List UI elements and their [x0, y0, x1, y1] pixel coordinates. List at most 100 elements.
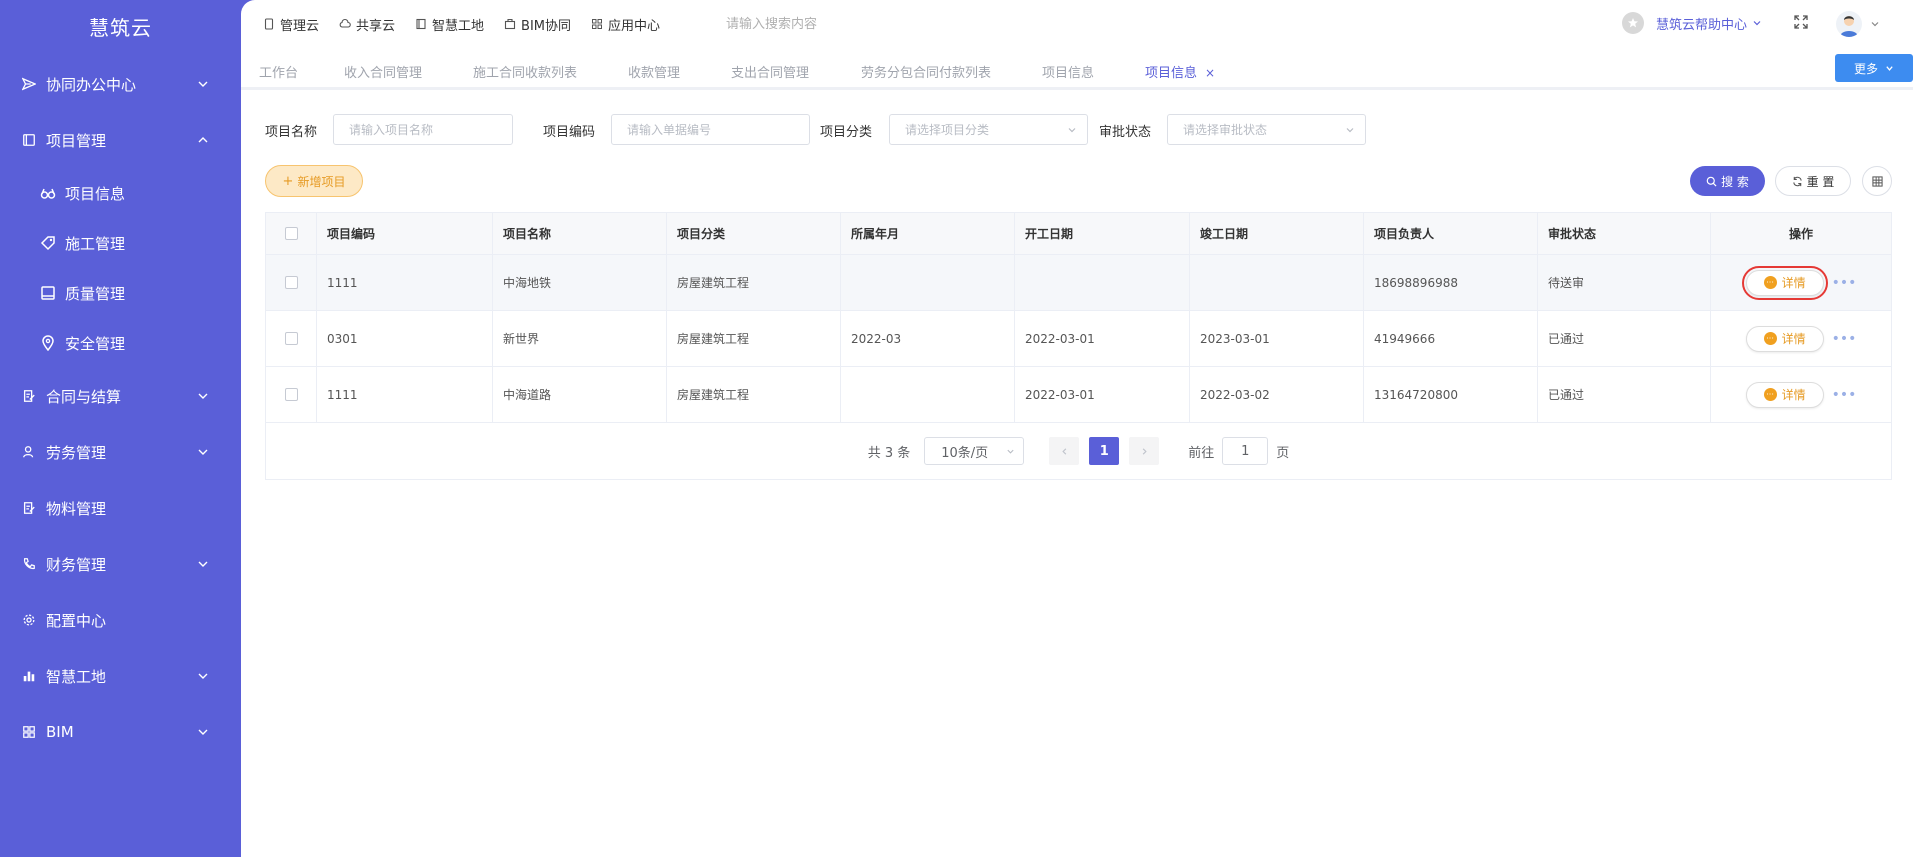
- row-checkbox[interactable]: [284, 332, 298, 345]
- topnav-label: 应用中心: [608, 18, 661, 34]
- project-code-input[interactable]: [611, 114, 810, 145]
- sidebar-item-smart-site[interactable]: 智慧工地: [0, 648, 241, 704]
- sidebar-item-label: BIM: [46, 723, 74, 741]
- tab-construction-receipts[interactable]: 施工合同收款列表: [473, 62, 577, 81]
- cell-project-code: 0301: [317, 311, 493, 366]
- prev-page-button[interactable]: [1049, 437, 1080, 465]
- topnav-label: BIM协同: [521, 18, 572, 34]
- tab-labor-subcontract-payments[interactable]: 劳务分包合同付款列表: [861, 62, 991, 81]
- select-placeholder: 请选择项目分类: [905, 123, 990, 137]
- user-icon: [22, 445, 36, 459]
- sidebar-item-config[interactable]: 配置中心: [0, 592, 241, 648]
- sidebar-item-labor[interactable]: 劳务管理: [0, 424, 241, 480]
- sidebar: 慧筑云 协同办公中心 项目管理 项目信息 施工管理 质量管理 安全管理 合同与结…: [0, 0, 241, 857]
- gear-icon: [22, 613, 36, 627]
- refresh-icon: [1792, 176, 1802, 186]
- page-number-1[interactable]: 1: [1089, 437, 1120, 465]
- help-center-menu[interactable]: 慧筑云帮助中心: [1622, 12, 1762, 34]
- top-nav: 管理云 共享云 智慧工地 BIM协同 应用中心: [263, 0, 680, 48]
- detail-button[interactable]: ··· 详情: [1741, 265, 1828, 300]
- cell-start-date: 2022-03-01: [1015, 311, 1190, 366]
- tab-income-contract[interactable]: 收入合同管理: [344, 62, 422, 81]
- sidebar-item-construction[interactable]: 施工管理: [0, 218, 241, 268]
- chevron-down-icon[interactable]: [1870, 19, 1880, 29]
- topnav-shared-cloud[interactable]: 共享云: [339, 15, 395, 34]
- more-actions-icon[interactable]: •••: [1832, 331, 1857, 347]
- detail-button[interactable]: ··· 详情: [1745, 325, 1824, 352]
- sidebar-item-project-management[interactable]: 项目管理: [0, 112, 241, 168]
- column-settings-button[interactable]: [1862, 166, 1892, 196]
- goto-page: 前往 页: [1188, 437, 1289, 465]
- cell-completion-date: 2022-03-02: [1190, 367, 1364, 422]
- detail-button[interactable]: ··· 详情: [1745, 381, 1824, 408]
- sidebar-item-label: 合同与结算: [46, 387, 122, 406]
- detail-button-label: 详情: [1781, 388, 1806, 402]
- topnav-bim[interactable]: BIM协同: [504, 15, 571, 34]
- cell-approval-status: 已通过: [1538, 311, 1711, 366]
- sidebar-item-collaboration[interactable]: 协同办公中心: [0, 56, 241, 112]
- chevron-down-icon: [198, 393, 208, 399]
- filter-category-label: 项目分类: [820, 125, 873, 140]
- user-avatar[interactable]: [1836, 11, 1862, 37]
- header-approval-status: 审批状态: [1538, 213, 1711, 254]
- header-checkbox-cell: [266, 213, 317, 254]
- reset-button[interactable]: 重 置: [1775, 166, 1851, 196]
- row-checkbox-cell: [266, 367, 317, 422]
- topnav-app-center[interactable]: 应用中心: [591, 15, 660, 34]
- row-checkbox[interactable]: [284, 276, 298, 289]
- cell-year-month: [841, 255, 1015, 310]
- goto-page-input[interactable]: [1222, 437, 1269, 465]
- grid-icon: [592, 19, 603, 29]
- sidebar-item-label: 协同办公中心: [46, 75, 137, 94]
- tab-project-info-active[interactable]: 项目信息 ×: [1145, 62, 1215, 81]
- sidebar-item-safety[interactable]: 安全管理: [0, 318, 241, 368]
- search-button-label: 搜 索: [1721, 174, 1749, 189]
- phone-icon: [22, 557, 36, 571]
- topnav-smart-site[interactable]: 智慧工地: [415, 15, 484, 34]
- sidebar-item-finance[interactable]: 财务管理: [0, 536, 241, 592]
- topnav-management-cloud[interactable]: 管理云: [263, 15, 319, 34]
- sidebar-item-bim[interactable]: BIM: [0, 704, 241, 760]
- more-circle-icon: ···: [1763, 388, 1777, 401]
- brand-title: 慧筑云: [89, 16, 152, 40]
- tab-workbench[interactable]: 工作台: [259, 62, 298, 81]
- sidebar-item-materials[interactable]: 物料管理: [0, 480, 241, 536]
- project-name-input[interactable]: [333, 114, 513, 145]
- approval-status-select[interactable]: 请选择审批状态: [1167, 114, 1366, 145]
- top-bar: 管理云 共享云 智慧工地 BIM协同 应用中心 慧筑云帮助中心: [241, 0, 1913, 48]
- sidebar-item-contract[interactable]: 合同与结算: [0, 368, 241, 424]
- book-icon: [22, 133, 36, 147]
- tab-receipt-management[interactable]: 收款管理: [628, 62, 680, 81]
- fullscreen-icon[interactable]: [1793, 14, 1809, 30]
- edit-document-icon: [22, 501, 36, 515]
- search-button[interactable]: 搜 索: [1690, 166, 1765, 196]
- cell-project-category: 房屋建筑工程: [667, 367, 841, 422]
- table-row: 1111 中海道路 房屋建筑工程 2022-03-01 2022-03-02 1…: [266, 367, 1891, 423]
- box-icon: [504, 18, 516, 30]
- select-all-checkbox[interactable]: [284, 227, 298, 240]
- cloud-icon: [339, 19, 351, 28]
- more-tabs-button[interactable]: 更多: [1835, 54, 1913, 82]
- sidebar-item-project-info[interactable]: 项目信息: [0, 168, 241, 218]
- tab-expense-contract[interactable]: 支出合同管理: [731, 62, 809, 81]
- next-page-button[interactable]: [1129, 437, 1160, 465]
- more-actions-icon[interactable]: •••: [1832, 387, 1857, 403]
- project-category-select[interactable]: 请选择项目分类: [889, 114, 1088, 145]
- chevron-down-icon: [198, 729, 208, 735]
- tab-project-info[interactable]: 项目信息: [1042, 62, 1094, 81]
- global-search-input[interactable]: [726, 14, 926, 34]
- search-icon: [1706, 176, 1717, 187]
- add-project-button[interactable]: + 新增项目: [265, 165, 363, 197]
- page-size-select[interactable]: 10条/页: [924, 437, 1025, 465]
- chevron-right-icon: [1142, 447, 1147, 455]
- close-icon[interactable]: ×: [1205, 66, 1215, 80]
- grid-icon: [22, 725, 36, 739]
- more-actions-icon[interactable]: •••: [1832, 275, 1857, 291]
- header-project-manager: 项目负责人: [1364, 213, 1538, 254]
- sidebar-item-quality[interactable]: 质量管理: [0, 268, 241, 318]
- cell-actions: ··· 详情 •••: [1711, 311, 1891, 366]
- filter-code-label: 项目编码: [543, 125, 596, 140]
- table-row: 1111 中海地铁 房屋建筑工程 18698896988 待送审 ··· 详情 …: [266, 255, 1891, 311]
- row-checkbox[interactable]: [284, 388, 298, 401]
- cell-project-category: 房屋建筑工程: [667, 255, 841, 310]
